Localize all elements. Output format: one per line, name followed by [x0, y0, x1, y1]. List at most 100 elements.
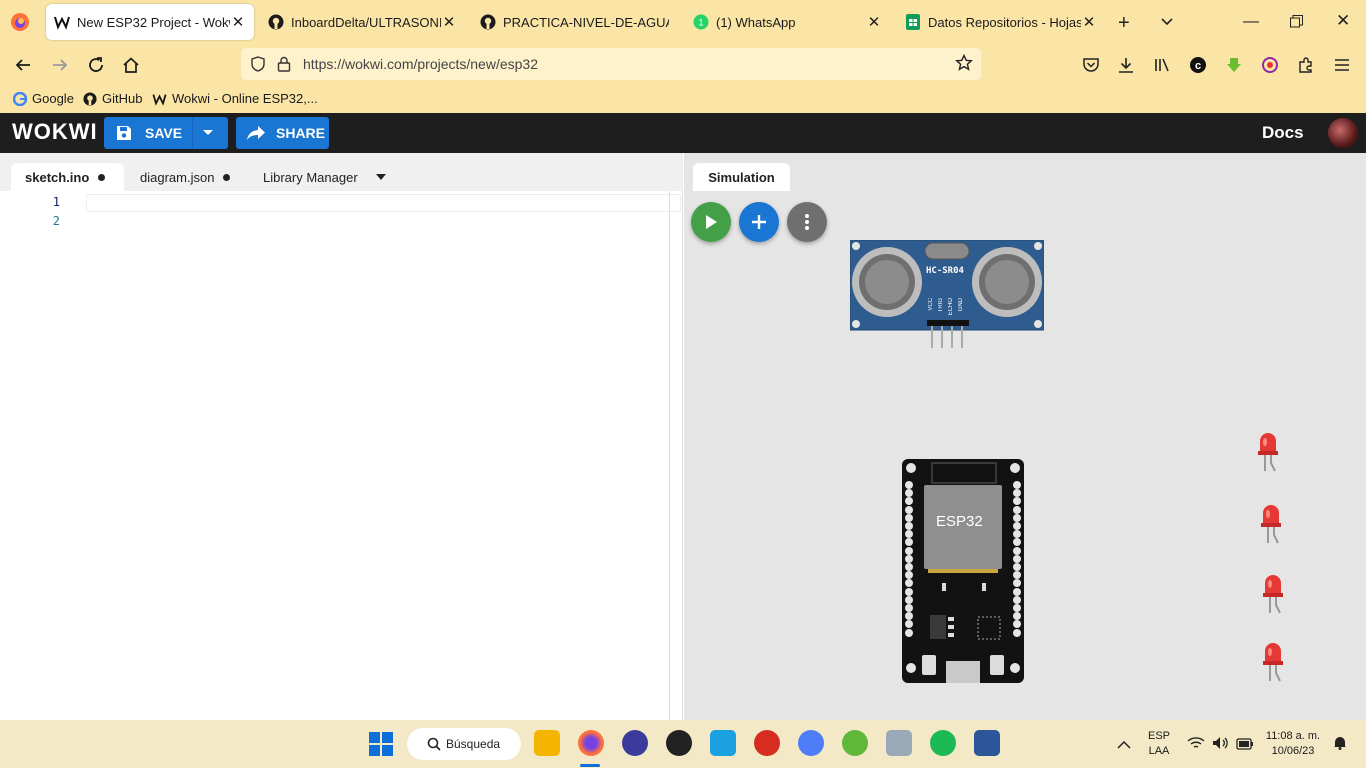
- extension-c-icon[interactable]: c: [1185, 52, 1211, 78]
- pocket-icon[interactable]: [1078, 52, 1104, 78]
- bookmark-github[interactable]: GitHub: [83, 91, 142, 106]
- tab-library-manager[interactable]: Library Manager: [263, 163, 358, 191]
- header-pin[interactable]: [1013, 628, 1021, 637]
- network-app-icon[interactable]: [710, 730, 736, 756]
- tab-wokwi[interactable]: New ESP32 Project - Wokwi S ✕: [46, 4, 254, 40]
- taskbar-search[interactable]: Búsqueda: [407, 728, 521, 760]
- red-led[interactable]: [1256, 433, 1280, 478]
- tab-diagram-json[interactable]: diagram.json: [140, 163, 231, 191]
- notification-icon[interactable]: [1333, 736, 1347, 755]
- header-pin[interactable]: [905, 505, 913, 514]
- close-tab-icon[interactable]: ✕: [1081, 13, 1097, 31]
- header-pin[interactable]: [905, 587, 913, 596]
- code-area[interactable]: 1 2: [0, 191, 683, 720]
- tab-github-practica[interactable]: PRACTICA-NIVEL-DE-AGUA/I: [472, 4, 677, 40]
- recorder-icon[interactable]: [754, 730, 780, 756]
- header-pin[interactable]: [1013, 563, 1021, 571]
- bookmark-google[interactable]: Google: [13, 91, 74, 106]
- tab-whatsapp[interactable]: 1 (1) WhatsApp ✕: [685, 4, 890, 40]
- add-part-button[interactable]: [739, 202, 779, 242]
- tabs-menu-caret-icon[interactable]: [376, 174, 386, 180]
- header-pin[interactable]: [905, 563, 913, 571]
- hc-sr04-sensor[interactable]: HC-SR04 VCC TRIG ECHO GND: [849, 239, 1045, 350]
- red-led[interactable]: [1261, 575, 1285, 620]
- header-pin[interactable]: [1013, 554, 1021, 563]
- header-pin[interactable]: [1013, 587, 1021, 596]
- wifi-icon[interactable]: [1187, 736, 1205, 755]
- close-tab-icon[interactable]: ✕: [441, 13, 457, 31]
- more-options-button[interactable]: [787, 202, 827, 242]
- start-simulation-button[interactable]: [691, 202, 731, 242]
- user-avatar[interactable]: [1328, 118, 1358, 148]
- tab-sheets[interactable]: Datos Repositorios - Hojas de ✕: [897, 4, 1105, 40]
- headphones-app-icon[interactable]: [622, 730, 648, 756]
- extensions-puzzle-icon[interactable]: [1293, 52, 1319, 78]
- save-dropdown-caret-icon[interactable]: [202, 129, 214, 137]
- windows-start-icon[interactable]: [369, 732, 393, 761]
- url-bar[interactable]: https://wokwi.com/projects/new/esp32: [241, 48, 981, 80]
- header-pin[interactable]: [905, 522, 913, 530]
- red-led[interactable]: [1261, 643, 1285, 688]
- spotify-icon[interactable]: [930, 730, 956, 756]
- header-pin[interactable]: [1013, 513, 1021, 522]
- tray-chevron-up-icon[interactable]: [1117, 737, 1131, 755]
- tab-simulation[interactable]: Simulation: [693, 163, 790, 191]
- file-explorer-icon[interactable]: [534, 730, 560, 756]
- photos-app-icon[interactable]: [886, 730, 912, 756]
- hamburger-menu-icon[interactable]: [1329, 52, 1355, 78]
- volume-icon[interactable]: [1212, 736, 1230, 755]
- firefox-menu-icon[interactable]: [10, 12, 30, 32]
- home-icon[interactable]: [118, 52, 144, 78]
- header-pin[interactable]: [905, 604, 913, 612]
- header-pin[interactable]: [905, 481, 913, 489]
- lock-icon[interactable]: [277, 56, 291, 77]
- minimize-icon[interactable]: —: [1243, 13, 1259, 31]
- word-icon[interactable]: [974, 730, 1000, 756]
- header-pin[interactable]: [905, 595, 913, 604]
- editor-scrollbar[interactable]: [669, 191, 670, 720]
- bookmark-star-icon[interactable]: [955, 53, 973, 77]
- extension-download-helper-icon[interactable]: [1221, 52, 1247, 78]
- share-button[interactable]: SHARE: [236, 117, 329, 149]
- firefox-icon[interactable]: [578, 730, 604, 756]
- red-led[interactable]: [1259, 505, 1283, 550]
- close-window-icon[interactable]: ✕: [1336, 11, 1350, 31]
- new-tab-icon[interactable]: +: [1118, 12, 1130, 35]
- media-player-icon[interactable]: [666, 730, 692, 756]
- bookmark-wokwi[interactable]: Wokwi - Online ESP32,...: [152, 91, 318, 106]
- wokwi-logo[interactable]: WOKWI: [12, 119, 98, 145]
- header-pin[interactable]: [1013, 505, 1021, 514]
- library-icon[interactable]: [1149, 52, 1175, 78]
- header-pin[interactable]: [1013, 546, 1021, 555]
- tab-title: InboardDelta/ULTRASONICO_: [291, 14, 441, 30]
- header-pin[interactable]: [905, 628, 913, 637]
- restore-icon[interactable]: [1290, 15, 1303, 33]
- reload-icon[interactable]: [83, 52, 109, 78]
- downloads-icon[interactable]: [1113, 52, 1139, 78]
- extension-vpn-icon[interactable]: [1257, 52, 1283, 78]
- close-tab-icon[interactable]: ✕: [230, 13, 246, 31]
- header-pin[interactable]: [1013, 604, 1021, 612]
- clock[interactable]: 11:08 a. m. 10/06/23: [1262, 730, 1324, 757]
- battery-icon[interactable]: [1236, 737, 1254, 755]
- header-pin[interactable]: [905, 554, 913, 563]
- tab-github-ultrasonico[interactable]: InboardDelta/ULTRASONICO_ ✕: [260, 4, 465, 40]
- language-indicator[interactable]: ESP LAA: [1146, 730, 1172, 757]
- header-pin[interactable]: [905, 546, 913, 555]
- header-pin[interactable]: [1013, 522, 1021, 530]
- tracking-shield-icon[interactable]: [250, 56, 266, 77]
- cloud-drive-icon[interactable]: [798, 730, 824, 756]
- close-tab-icon[interactable]: ✕: [866, 13, 882, 31]
- save-button[interactable]: SAVE: [104, 117, 228, 149]
- header-pin[interactable]: [905, 513, 913, 522]
- header-pin[interactable]: [1013, 481, 1021, 489]
- docs-link[interactable]: Docs: [1262, 123, 1304, 143]
- tab-sketch-ino[interactable]: sketch.ino: [11, 163, 124, 191]
- android-app-icon[interactable]: [842, 730, 868, 756]
- back-arrow-icon[interactable]: [10, 52, 36, 78]
- esp32-board[interactable]: ESP32: [902, 459, 1024, 683]
- forward-arrow-icon[interactable]: [47, 52, 73, 78]
- pin-label-vcc: VCC: [928, 298, 934, 311]
- list-tabs-chevron-icon[interactable]: [1159, 13, 1175, 34]
- header-pin[interactable]: [1013, 595, 1021, 604]
